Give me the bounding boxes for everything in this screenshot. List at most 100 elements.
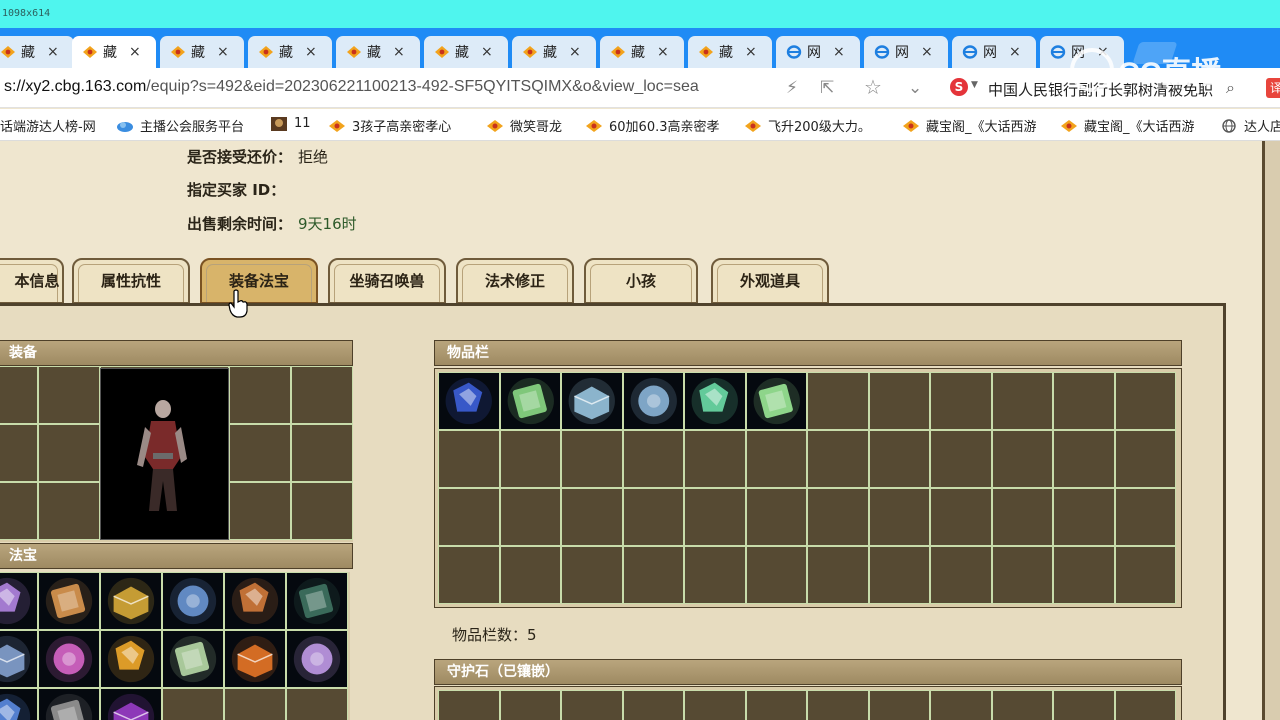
- browser-tab[interactable]: 藏 ×: [512, 36, 596, 68]
- inventory-slot[interactable]: [930, 546, 992, 604]
- inventory-slot[interactable]: [930, 488, 992, 546]
- game-tab[interactable]: 小孩: [584, 258, 698, 304]
- inventory-slot[interactable]: [868, 488, 930, 546]
- orange-scroll-icon[interactable]: [224, 630, 286, 688]
- purple-whip-icon[interactable]: [100, 688, 162, 720]
- url-field[interactable]: s://xy2.cbg.163.com/equip?s=492&eid=2023…: [4, 78, 764, 96]
- close-tab-icon[interactable]: ×: [745, 45, 757, 59]
- inventory-slot[interactable]: [807, 372, 869, 430]
- green-scroll-icon[interactable]: [684, 372, 746, 430]
- close-tab-icon[interactable]: ×: [657, 45, 669, 59]
- bookmark-item[interactable]: 达人店: [1220, 116, 1280, 135]
- equipment-slot[interactable]: [291, 366, 353, 424]
- violet-claw-icon[interactable]: [286, 630, 348, 688]
- equipment-slot[interactable]: [229, 482, 291, 540]
- equipment-slot[interactable]: [0, 366, 38, 424]
- inventory-slot[interactable]: [622, 430, 684, 488]
- inventory-slot[interactable]: [745, 546, 807, 604]
- inventory-slot[interactable]: [807, 546, 869, 604]
- inventory-slot[interactable]: [1114, 372, 1176, 430]
- purple-gauntlet-icon[interactable]: [0, 572, 38, 630]
- inventory-slot[interactable]: [745, 488, 807, 546]
- fabao-slot[interactable]: [286, 688, 348, 720]
- blue-claw-icon[interactable]: [162, 572, 224, 630]
- browser-tab[interactable]: 藏 ×: [424, 36, 508, 68]
- game-tab[interactable]: 属性抗性: [72, 258, 190, 304]
- inventory-slot[interactable]: [991, 372, 1053, 430]
- bookmark-item[interactable]: 飞升200级大力。: [744, 116, 894, 135]
- guard-stone-slot[interactable]: [745, 690, 807, 720]
- equipment-slot[interactable]: [0, 482, 38, 540]
- chevron-down-icon[interactable]: ⌄: [908, 78, 922, 98]
- fabao-slot[interactable]: [224, 688, 286, 720]
- guard-stone-slot[interactable]: [807, 690, 869, 720]
- equipment-slot[interactable]: [291, 424, 353, 482]
- golden-cloud-icon[interactable]: [100, 630, 162, 688]
- inventory-slot[interactable]: [684, 546, 746, 604]
- close-tab-icon[interactable]: ×: [305, 45, 317, 59]
- equipment-slot[interactable]: [0, 424, 38, 482]
- dark-orb-icon[interactable]: [286, 572, 348, 630]
- bookmark-item[interactable]: 60加60.3高亲密孝: [585, 116, 735, 135]
- game-tab[interactable]: 坐骑召唤兽: [328, 258, 446, 304]
- ice-box-icon[interactable]: [622, 372, 684, 430]
- guard-stone-slot[interactable]: [499, 690, 561, 720]
- orange-tablet-icon[interactable]: [224, 572, 286, 630]
- inventory-slot[interactable]: [930, 430, 992, 488]
- inventory-slot[interactable]: [438, 546, 500, 604]
- inventory-slot[interactable]: [438, 488, 500, 546]
- bookmark-item[interactable]: 藏宝阁_《大话西游: [902, 116, 1052, 135]
- star-icon[interactable]: ☆: [864, 75, 882, 99]
- translate-button[interactable]: 译: [1266, 78, 1280, 98]
- inventory-slot[interactable]: [991, 430, 1053, 488]
- equipment-slot[interactable]: [38, 482, 100, 540]
- inventory-slot[interactable]: [991, 546, 1053, 604]
- bookmark-item[interactable]: 话端游达人榜-网: [0, 116, 100, 135]
- guard-stone-slot[interactable]: [438, 690, 500, 720]
- inventory-slot[interactable]: [561, 488, 623, 546]
- browser-tab[interactable]: 藏 ×: [72, 36, 156, 68]
- inventory-slot[interactable]: [499, 488, 561, 546]
- close-tab-icon[interactable]: ×: [129, 45, 141, 59]
- lightning-icon[interactable]: ⚡: [786, 78, 798, 98]
- close-tab-icon[interactable]: ×: [481, 45, 493, 59]
- inventory-slot[interactable]: [499, 430, 561, 488]
- close-tab-icon[interactable]: ×: [217, 45, 229, 59]
- close-tab-icon[interactable]: ×: [47, 45, 59, 59]
- inventory-slot[interactable]: [622, 488, 684, 546]
- bookmark-item[interactable]: 11: [270, 116, 320, 131]
- inventory-slot[interactable]: [868, 546, 930, 604]
- browser-tab[interactable]: 网 ×: [776, 36, 860, 68]
- inventory-slot[interactable]: [807, 488, 869, 546]
- inventory-slot[interactable]: [807, 430, 869, 488]
- bookmark-item[interactable]: 3孩子高亲密孝心: [328, 116, 478, 135]
- guard-stone-slot[interactable]: [684, 690, 746, 720]
- inventory-slot[interactable]: [1053, 488, 1115, 546]
- inventory-slot[interactable]: [868, 430, 930, 488]
- inventory-slot[interactable]: [745, 430, 807, 488]
- close-tab-icon[interactable]: ×: [393, 45, 405, 59]
- inventory-slot[interactable]: [499, 546, 561, 604]
- inventory-slot[interactable]: [561, 430, 623, 488]
- green-jade-icon[interactable]: [499, 372, 561, 430]
- equipment-slot[interactable]: [38, 366, 100, 424]
- browser-tab[interactable]: 网 ×: [952, 36, 1036, 68]
- inventory-slot[interactable]: [930, 372, 992, 430]
- inventory-slot[interactable]: [1114, 430, 1176, 488]
- golden-pagoda-icon[interactable]: [100, 572, 162, 630]
- close-tab-icon[interactable]: ×: [1009, 45, 1021, 59]
- browser-tab[interactable]: 藏 ×: [160, 36, 244, 68]
- fabao-slot[interactable]: [162, 688, 224, 720]
- blue-rune-icon[interactable]: [0, 688, 38, 720]
- grey-feather-icon[interactable]: [38, 688, 100, 720]
- browser-tab[interactable]: 网 ×: [864, 36, 948, 68]
- guard-stone-slot[interactable]: [561, 690, 623, 720]
- guard-stone-slot[interactable]: [622, 690, 684, 720]
- close-tab-icon[interactable]: ×: [833, 45, 845, 59]
- inventory-slot[interactable]: [561, 546, 623, 604]
- close-tab-icon[interactable]: ×: [569, 45, 581, 59]
- browser-tab[interactable]: 藏 ×: [688, 36, 772, 68]
- game-tab[interactable]: 外观道具: [711, 258, 829, 304]
- browser-tab[interactable]: 藏 ×: [248, 36, 332, 68]
- lute-icon[interactable]: [38, 572, 100, 630]
